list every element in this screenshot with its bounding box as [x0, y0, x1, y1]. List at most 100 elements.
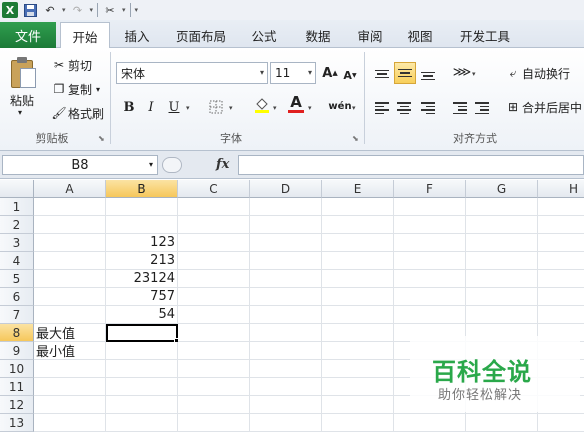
cell-d1[interactable]: [250, 198, 322, 216]
column-header-b[interactable]: B: [106, 180, 178, 198]
phonetic-button[interactable]: wén: [327, 96, 353, 116]
cell-f1[interactable]: [394, 198, 466, 216]
fill-color-dropdown-icon[interactable]: ▾: [273, 104, 277, 112]
underline-button[interactable]: U: [164, 97, 184, 117]
cell-c5[interactable]: [178, 270, 250, 288]
cell-e11[interactable]: [322, 378, 394, 396]
insert-function-icon[interactable]: fx: [216, 157, 229, 172]
cell-d3[interactable]: [250, 234, 322, 252]
cell-b2[interactable]: [106, 216, 178, 234]
align-right-button[interactable]: [418, 98, 438, 118]
cell-a13[interactable]: [34, 414, 106, 432]
column-header-e[interactable]: E: [322, 180, 394, 198]
tab-review[interactable]: 审阅: [348, 22, 392, 48]
tab-file[interactable]: 文件: [0, 22, 56, 48]
cell-a1[interactable]: [34, 198, 106, 216]
cell-h13[interactable]: [538, 414, 584, 432]
cell-b1[interactable]: [106, 198, 178, 216]
column-header-c[interactable]: C: [178, 180, 250, 198]
align-left-button[interactable]: [372, 98, 392, 118]
align-top-button[interactable]: [372, 64, 392, 84]
row-header-10[interactable]: 10: [0, 360, 34, 378]
row-header-5[interactable]: 5: [0, 270, 34, 288]
cell-b8[interactable]: [106, 324, 178, 342]
paste-dropdown-icon[interactable]: ▾: [18, 108, 22, 117]
cell-a7[interactable]: [34, 306, 106, 324]
orientation-button[interactable]: ⋙: [450, 62, 474, 82]
cell-c9[interactable]: [178, 342, 250, 360]
column-header-a[interactable]: A: [34, 180, 106, 198]
font-name-combo[interactable]: 宋体 ▾: [116, 62, 268, 84]
cell-c3[interactable]: [178, 234, 250, 252]
excel-logo-icon[interactable]: X: [2, 2, 18, 18]
row-header-9[interactable]: 9: [0, 342, 34, 360]
copy-dropdown-icon[interactable]: ▾: [96, 85, 100, 94]
cell-g7[interactable]: [466, 306, 538, 324]
cell-c12[interactable]: [178, 396, 250, 414]
row-header-2[interactable]: 2: [0, 216, 34, 234]
grow-font-button[interactable]: A ▲: [320, 63, 340, 83]
borders-dropdown-icon[interactable]: ▾: [229, 104, 233, 112]
wrap-text-button[interactable]: ⤶ 自动换行: [504, 64, 570, 82]
font-size-combo[interactable]: 11 ▾: [270, 62, 316, 84]
fill-color-button[interactable]: [252, 95, 272, 115]
cell-a3[interactable]: [34, 234, 106, 252]
cell-c11[interactable]: [178, 378, 250, 396]
cut-button[interactable]: ✂ 剪切: [50, 56, 92, 74]
cell-d7[interactable]: [250, 306, 322, 324]
select-all-corner[interactable]: [0, 180, 34, 198]
paste-button[interactable]: 粘贴: [10, 92, 34, 109]
cell-b10[interactable]: [106, 360, 178, 378]
cell-e9[interactable]: [322, 342, 394, 360]
cell-a8[interactable]: 最大值: [34, 324, 106, 342]
cell-b6[interactable]: 757: [106, 288, 178, 306]
customize-qat-icon[interactable]: ▾: [135, 6, 139, 14]
cell-b11[interactable]: [106, 378, 178, 396]
cell-h1[interactable]: [538, 198, 584, 216]
cell-c1[interactable]: [178, 198, 250, 216]
row-header-6[interactable]: 6: [0, 288, 34, 306]
shrink-font-button[interactable]: A ▼: [340, 65, 360, 85]
cell-a9[interactable]: 最小值: [34, 342, 106, 360]
undo-dropdown-icon[interactable]: ▾: [62, 6, 66, 14]
save-icon[interactable]: [22, 2, 38, 18]
cell-b7[interactable]: 54: [106, 306, 178, 324]
cell-e1[interactable]: [322, 198, 394, 216]
cell-e3[interactable]: [322, 234, 394, 252]
redo-icon[interactable]: ↷: [70, 2, 86, 18]
row-header-1[interactable]: 1: [0, 198, 34, 216]
cell-e5[interactable]: [322, 270, 394, 288]
orientation-dropdown-icon[interactable]: ▾: [472, 70, 476, 78]
cell-d4[interactable]: [250, 252, 322, 270]
cell-b5[interactable]: 23124: [106, 270, 178, 288]
cell-d2[interactable]: [250, 216, 322, 234]
tools-icon[interactable]: ✂: [102, 2, 118, 18]
cell-d13[interactable]: [250, 414, 322, 432]
cell-b4[interactable]: 213: [106, 252, 178, 270]
column-header-d[interactable]: D: [250, 180, 322, 198]
formula-bar-divider-handle[interactable]: [162, 157, 182, 173]
cell-f3[interactable]: [394, 234, 466, 252]
cell-e10[interactable]: [322, 360, 394, 378]
row-header-8[interactable]: 8: [0, 324, 34, 342]
merge-center-button[interactable]: ⊞ 合并后居中: [504, 98, 582, 116]
increase-indent-button[interactable]: [472, 98, 492, 118]
decrease-indent-button[interactable]: [450, 98, 470, 118]
cell-a10[interactable]: [34, 360, 106, 378]
cell-h5[interactable]: [538, 270, 584, 288]
cell-a5[interactable]: [34, 270, 106, 288]
cell-a2[interactable]: [34, 216, 106, 234]
cell-g1[interactable]: [466, 198, 538, 216]
cell-g4[interactable]: [466, 252, 538, 270]
cell-d9[interactable]: [250, 342, 322, 360]
cell-g6[interactable]: [466, 288, 538, 306]
cell-f5[interactable]: [394, 270, 466, 288]
cell-c8[interactable]: [178, 324, 250, 342]
tab-data[interactable]: 数据: [296, 22, 340, 48]
column-header-g[interactable]: G: [466, 180, 538, 198]
cell-b3[interactable]: 123: [106, 234, 178, 252]
format-painter-button[interactable]: 🖌 格式刷: [50, 104, 104, 122]
cell-h7[interactable]: [538, 306, 584, 324]
cell-d6[interactable]: [250, 288, 322, 306]
row-header-3[interactable]: 3: [0, 234, 34, 252]
